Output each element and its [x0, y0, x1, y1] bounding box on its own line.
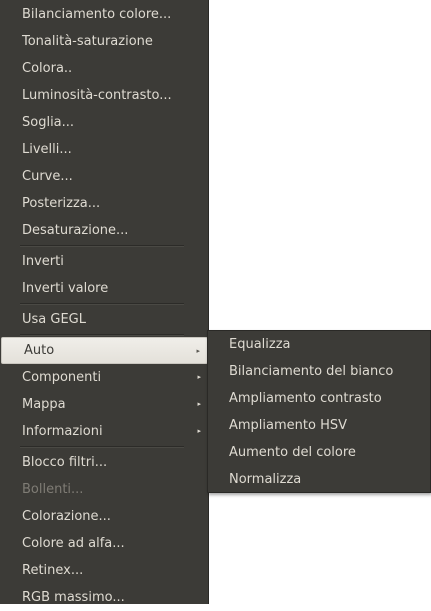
menu-item-label: RGB massimo...: [22, 590, 125, 605]
menu-item-informazioni[interactable]: Informazioni ▸: [0, 418, 208, 445]
menu-item-auto[interactable]: Auto ▸: [1, 337, 208, 364]
menu-item-label: Colorazione...: [22, 509, 111, 524]
menu-item-componenti[interactable]: Componenti ▸: [0, 364, 208, 391]
submenu-arrow-icon: ▸: [197, 400, 201, 408]
menu-item-label: Posterizza...: [22, 196, 101, 211]
menu-item-label: Desaturazione...: [22, 223, 129, 238]
submenu-item-label: Aumento del colore: [229, 445, 356, 460]
menu-item-label: Componenti: [22, 370, 102, 385]
submenu-item-label: Equalizza: [229, 337, 291, 352]
menu-item-retinex[interactable]: Retinex...: [0, 557, 208, 584]
submenu-item-ampliamento-contrasto[interactable]: Ampliamento contrasto: [208, 385, 430, 412]
menu-item-posterizza[interactable]: Posterizza...: [0, 190, 208, 217]
menu-item-mappa[interactable]: Mappa ▸: [0, 391, 208, 418]
menu-item-curve[interactable]: Curve...: [0, 163, 208, 190]
menu-separator: [20, 245, 184, 247]
menu-item-label: Blocco filtri...: [22, 455, 108, 470]
submenu-item-label: Ampliamento contrasto: [229, 391, 382, 406]
menu-item-colorazione[interactable]: Colorazione...: [0, 503, 208, 530]
menu-item-inverti-valore[interactable]: Inverti valore: [0, 275, 208, 302]
menu-item-label: Retinex...: [22, 563, 84, 578]
menu-separator: [20, 303, 184, 305]
menu-item-label: Inverti: [22, 254, 64, 269]
menu-item-bilanciamento-colore[interactable]: Bilanciamento colore...: [0, 1, 208, 28]
menu-item-label: Mappa: [22, 397, 66, 412]
submenu-item-normalizza[interactable]: Normalizza: [208, 466, 430, 493]
menu-item-label: Bilanciamento colore...: [22, 7, 172, 22]
menu-item-blocco-filtri[interactable]: Blocco filtri...: [0, 449, 208, 476]
menu-item-label: Auto: [24, 343, 55, 358]
menu-item-label: Bollenti...: [22, 482, 84, 497]
menu-item-inverti[interactable]: Inverti: [0, 248, 208, 275]
submenu-item-equalizza[interactable]: Equalizza: [208, 331, 430, 358]
submenu-item-ampliamento-hsv[interactable]: Ampliamento HSV: [208, 412, 430, 439]
submenu-item-label: Normalizza: [229, 472, 302, 487]
submenu-item-label: Bilanciamento del bianco: [229, 364, 394, 379]
menu-item-label: Inverti valore: [22, 281, 109, 296]
menu-item-label: Usa GEGL: [22, 312, 86, 327]
menu-item-bollenti: Bollenti...: [0, 476, 208, 503]
menu-item-rgb-massimo[interactable]: RGB massimo...: [0, 584, 208, 611]
submenu-item-aumento-del-colore[interactable]: Aumento del colore: [208, 439, 430, 466]
auto-submenu: Equalizza Bilanciamento del bianco Ampliam…: [207, 330, 431, 493]
submenu-item-bilanciamento-del-bianco[interactable]: Bilanciamento del bianco: [208, 358, 430, 385]
menu-item-label: Luminosità-contrasto...: [22, 88, 172, 103]
menu-item-usa-gegl[interactable]: Usa GEGL: [0, 306, 208, 333]
menu-item-label: Curve...: [22, 169, 73, 184]
menu-item-livelli[interactable]: Livelli...: [0, 136, 208, 163]
menu-item-label: Livelli...: [22, 142, 72, 157]
menu-item-tonalita-saturazione[interactable]: Tonalità-saturazione: [0, 28, 208, 55]
menu-separator: [20, 446, 184, 448]
menu-item-label: Colora..: [22, 61, 73, 76]
menu-item-label: Soglia...: [22, 115, 75, 130]
submenu-item-label: Ampliamento HSV: [229, 418, 348, 433]
menu-item-colore-ad-alfa[interactable]: Colore ad alfa...: [0, 530, 208, 557]
menu-item-desaturazione[interactable]: Desaturazione...: [0, 217, 208, 244]
submenu-arrow-icon: ▸: [196, 347, 200, 355]
menu-item-soglia[interactable]: Soglia...: [0, 109, 208, 136]
menu-item-colora[interactable]: Colora..: [0, 55, 208, 82]
submenu-arrow-icon: ▸: [197, 373, 201, 381]
submenu-arrow-icon: ▸: [197, 427, 201, 435]
menu-item-luminosita-contrasto[interactable]: Luminosità-contrasto...: [0, 82, 208, 109]
menu-item-label: Tonalità-saturazione: [22, 34, 153, 49]
menu-item-label: Colore ad alfa...: [22, 536, 125, 551]
menu-separator: [20, 334, 184, 336]
menu-item-label: Informazioni: [22, 424, 103, 439]
colors-menu: Bilanciamento colore... Tonalità-saturazi…: [0, 0, 209, 605]
